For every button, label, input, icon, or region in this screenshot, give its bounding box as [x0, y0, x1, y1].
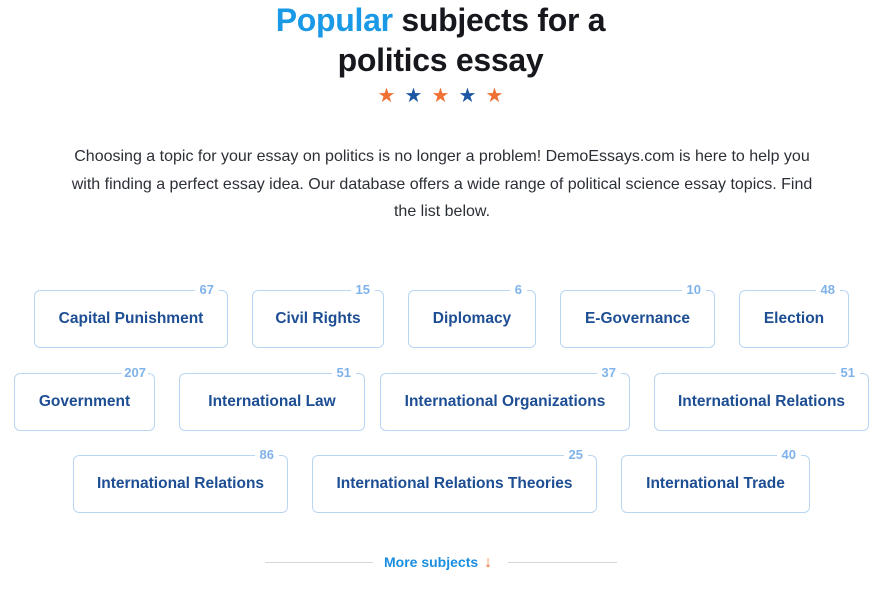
subject-label: International Law	[208, 393, 336, 410]
arrow-down-icon: ↓	[484, 554, 493, 571]
subject-count: 67	[194, 282, 219, 298]
subject-label: International Relations Theories	[336, 475, 573, 492]
subject-button[interactable]: Capital Punishment 67	[34, 282, 228, 348]
subject-count: 37	[596, 365, 621, 381]
star-icon: ★	[431, 85, 450, 107]
subject-count: 10	[681, 282, 706, 298]
subject-count: 40	[776, 447, 801, 463]
intro-text: Choosing a topic for your essay on polit…	[71, 148, 813, 220]
subject-button[interactable]: Government 207	[14, 365, 155, 431]
subject-button[interactable]: Diplomacy 6	[408, 282, 536, 348]
more-subjects-link[interactable]: More subjects ↓	[384, 552, 492, 573]
subject-button[interactable]: International Trade 40	[621, 447, 810, 513]
subject-label: International Relations	[96, 475, 265, 492]
subject-button[interactable]: E-Governance 10	[560, 282, 715, 348]
subject-button[interactable]: International Relations 86	[73, 447, 288, 513]
subject-count: 15	[350, 282, 375, 298]
subject-label: Government	[38, 393, 131, 410]
subject-count: 86	[254, 447, 279, 463]
subject-label: Election	[763, 310, 825, 327]
subject-count: 207	[122, 365, 148, 381]
subject-button[interactable]: International Relations Theories 25	[312, 447, 597, 513]
subject-button[interactable]: Civil Rights 15	[252, 282, 384, 348]
subject-count: 51	[835, 365, 860, 381]
subject-label: Diplomacy	[432, 310, 512, 327]
subject-label: Civil Rights	[275, 310, 361, 327]
subject-label: International Organizations	[404, 393, 606, 410]
more-subjects-row: More subjects ↓	[0, 552, 881, 572]
rating-stars: ★ ★ ★ ★ ★	[0, 84, 881, 108]
subject-button[interactable]: Election 48	[739, 282, 849, 348]
subject-label: International Trade	[646, 475, 785, 492]
star-icon: ★	[485, 85, 504, 107]
subject-button[interactable]: International Relations 51	[654, 365, 869, 431]
subject-label: E-Governance	[584, 310, 691, 327]
star-icon: ★	[458, 85, 477, 107]
subject-label: International Relations	[677, 393, 846, 410]
title-rest: subjects for a	[392, 2, 606, 38]
title-line-2: politics essay	[337, 42, 544, 78]
title-accent: Popular	[275, 2, 393, 38]
more-subjects-label: More subjects	[384, 554, 479, 570]
subject-count: 51	[331, 365, 356, 381]
divider-left	[265, 562, 373, 563]
divider-right	[508, 562, 617, 563]
star-icon: ★	[377, 85, 396, 107]
subject-label: Capital Punishment	[58, 310, 204, 327]
subject-button[interactable]: International Law 51	[179, 365, 365, 431]
subject-button[interactable]: International Organizations 37	[380, 365, 630, 431]
star-icon: ★	[404, 85, 423, 107]
title-line-1: Popular subjects for a	[0, 0, 881, 40]
subject-count: 6	[509, 282, 527, 298]
subject-count: 25	[563, 447, 588, 463]
subject-count: 48	[815, 282, 840, 298]
